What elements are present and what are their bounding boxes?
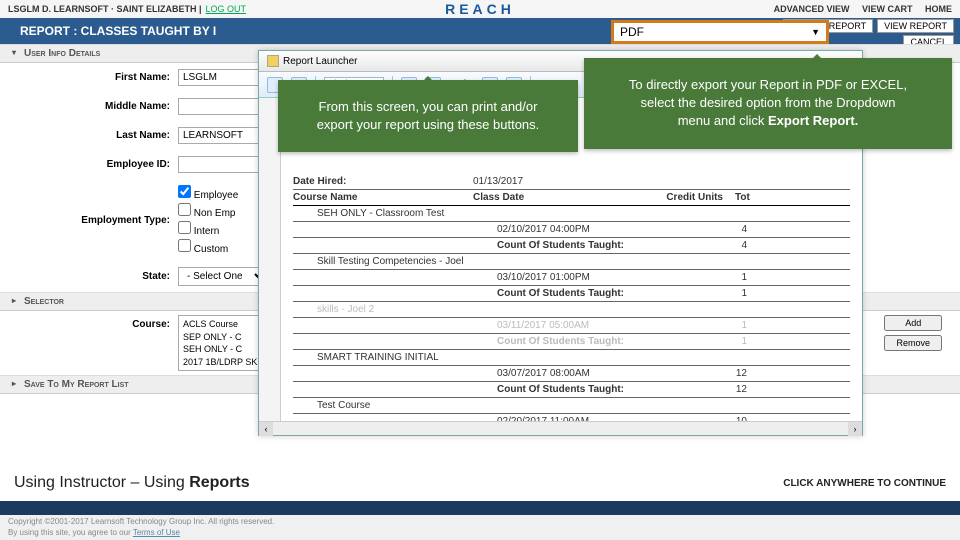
- first-name-label: First Name:: [60, 72, 170, 83]
- custom-checkbox[interactable]: [178, 239, 191, 252]
- scroll-left-icon[interactable]: ‹: [259, 422, 273, 436]
- employee-checkbox[interactable]: [178, 185, 191, 198]
- callout-print-export: From this screen, you can print and/or e…: [278, 80, 578, 152]
- export-format-value: PDF: [620, 25, 644, 39]
- first-name-input[interactable]: [178, 69, 268, 86]
- table-row: skills - Joel 2: [293, 302, 850, 318]
- employee-id-label: Employee ID:: [60, 159, 170, 170]
- nonemp-checkbox[interactable]: [178, 203, 191, 216]
- view-cart-link[interactable]: VIEW CART: [862, 4, 913, 14]
- table-row: SMART TRAINING INITIAL: [293, 350, 850, 366]
- table-row: 03/11/2017 05:00AM1: [293, 318, 850, 334]
- launcher-hscroll[interactable]: ‹ ›: [259, 421, 862, 435]
- middle-name-label: Middle Name:: [60, 101, 170, 112]
- top-bar: LSGLM D. LEARNSOFT · SAINT ELIZABETH | L…: [0, 0, 960, 18]
- last-name-label: Last Name:: [60, 130, 170, 141]
- middle-name-input[interactable]: [178, 98, 268, 115]
- view-report-button[interactable]: VIEW REPORT: [877, 19, 954, 33]
- copyright: Copyright ©2001-2017 Learnsoft Technolog…: [0, 515, 960, 540]
- callout-export-dropdown: To directly export your Report in PDF or…: [584, 58, 952, 149]
- table-row: Count Of Students Taught:12: [293, 382, 850, 398]
- employment-type-label: Employment Type:: [60, 215, 170, 226]
- scroll-right-icon[interactable]: ›: [848, 422, 862, 436]
- table-row: Skill Testing Competencies - Joel: [293, 254, 850, 270]
- table-row: Test Course: [293, 398, 850, 414]
- top-nav: ADVANCED VIEW VIEW CART HOME: [764, 4, 952, 14]
- continue-hint[interactable]: CLICK ANYWHERE TO CONTINUE: [783, 478, 946, 489]
- report-title: REPORT : CLASSES TAUGHT BY I: [20, 24, 216, 38]
- user-line: LSGLM D. LEARNSOFT · SAINT ELIZABETH |: [8, 4, 202, 14]
- table-row: Count Of Students Taught:4: [293, 238, 850, 254]
- chevron-down-icon: ▼: [811, 27, 820, 37]
- terms-link[interactable]: Terms of Use: [133, 528, 180, 537]
- state-label: State:: [60, 271, 170, 282]
- table-row: 02/10/2017 04:00PM4: [293, 222, 850, 238]
- last-name-input[interactable]: [178, 127, 268, 144]
- table-row: Count Of Students Taught:1: [293, 286, 850, 302]
- breadcrumb: Using Instructor – Using Reports: [14, 474, 250, 492]
- home-link[interactable]: HOME: [925, 4, 952, 14]
- add-course-button[interactable]: Add: [884, 315, 942, 331]
- table-row: 03/07/2017 08:00AM12: [293, 366, 850, 382]
- intern-checkbox[interactable]: [178, 221, 191, 234]
- employee-id-input[interactable]: [178, 156, 268, 173]
- remove-course-button[interactable]: Remove: [884, 335, 942, 351]
- table-row: SEH ONLY - Classroom Test: [293, 206, 850, 222]
- export-format-dropdown[interactable]: PDF ▼: [611, 20, 829, 44]
- bottom-strip: Using Instructor – Using Reports CLICK A…: [0, 465, 960, 540]
- logout-link[interactable]: LOG OUT: [206, 4, 247, 14]
- report-icon: [267, 55, 279, 67]
- brand-logo: REACH: [445, 1, 515, 17]
- course-label: Course:: [60, 319, 170, 330]
- advanced-view-link[interactable]: ADVANCED VIEW: [774, 4, 850, 14]
- table-row: Count Of Students Taught:1: [293, 334, 850, 350]
- table-row: 02/20/2017 11:00AM10: [293, 414, 850, 421]
- state-select[interactable]: - Select One: [178, 267, 268, 286]
- table-row: 03/10/2017 01:00PM1: [293, 270, 850, 286]
- employment-type-group: Employee Non Emp Intern Custom: [178, 185, 246, 255]
